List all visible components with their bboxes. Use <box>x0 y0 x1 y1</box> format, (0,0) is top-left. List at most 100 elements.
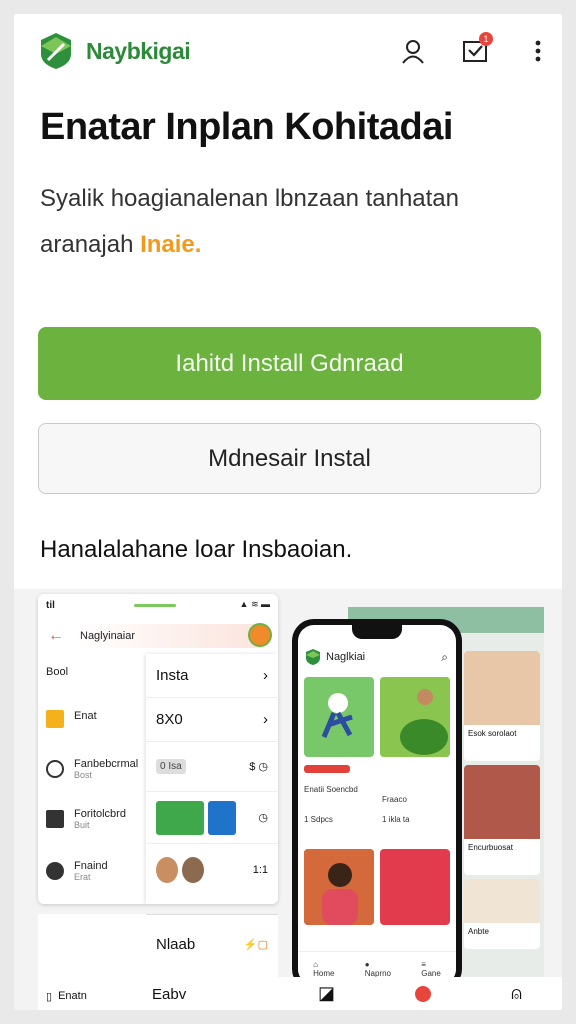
content-card[interactable] <box>380 849 450 925</box>
search-icon[interactable]: ⌕ <box>441 650 448 665</box>
list-item[interactable]: ▯ Enatn <box>46 990 87 1003</box>
card-label: Encurbuosat <box>468 843 513 852</box>
panel-row-label: 8X0 <box>156 711 183 728</box>
thumbnail-image <box>156 800 204 835</box>
list-item-label: Foritolcbrd <box>74 808 126 820</box>
secondary-install-button[interactable]: Mdnesair Instal <box>38 423 541 494</box>
list-item-label: Enatn <box>58 990 87 1002</box>
page-title: Enatar Inplan Kohitadai <box>40 106 453 148</box>
panel-row[interactable]: ◷ <box>146 792 278 844</box>
panel-row-label: Nlaab <box>156 936 196 953</box>
content-card[interactable] <box>304 677 374 757</box>
screenshot-left[interactable]: til ▲ ≋ ▬ ← Naglyinaiar Bool Enat Fanbeb… <box>38 594 278 904</box>
subtitle-highlight: Inaie. <box>140 231 202 258</box>
screenshots-preview: til ▲ ≋ ▬ ← Naglyinaiar Bool Enat Fanbeb… <box>14 589 562 1010</box>
tag-badge <box>304 765 350 773</box>
card-image <box>464 651 540 725</box>
list-item-label: Enat <box>74 710 97 722</box>
phone-mockup[interactable]: Naglkiai ⌕ Enatii Soencbd Fraaco 1 Sdpcs… <box>292 619 462 991</box>
photo-illustration <box>380 677 450 757</box>
image-icon <box>46 810 64 828</box>
person-photo <box>182 857 204 883</box>
brand-logo-icon[interactable] <box>38 32 74 70</box>
status-icons: ▲ ≋ ▬ <box>239 599 270 609</box>
person-photo <box>304 849 374 925</box>
list-item-sub: Buit <box>74 820 90 830</box>
content-card[interactable]: Encurbuosat <box>464 765 540 875</box>
more-menu-icon[interactable] <box>523 36 553 66</box>
subtitle-text: Syalik hoagianalenan lbnzaan tanhatan ar… <box>40 185 460 258</box>
search-bar[interactable]: ← Naglyinaiar <box>48 622 270 650</box>
content-card[interactable] <box>380 677 450 757</box>
phone-screen: Naglkiai ⌕ Enatii Soencbd Fraaco 1 Sdpcs… <box>298 625 456 985</box>
thumbnail-image <box>208 800 236 835</box>
phone-app-title: Naglkiai <box>326 651 366 663</box>
bookmark-icon[interactable]: ◪ <box>318 983 335 1004</box>
profile-icon[interactable] <box>398 36 428 66</box>
list-item-sub: Bost <box>74 770 93 780</box>
list-item-label: Bool <box>46 666 69 678</box>
page-subtitle: Syalik hoagianalenan lbnzaan tanhatan ar… <box>40 176 540 268</box>
list-item[interactable]: Bool <box>46 666 146 678</box>
app-page: Naybkigai 1 Enatar Inplan Kohitadai Syal… <box>14 14 562 1010</box>
panel-row-label: Insta <box>156 667 189 684</box>
phone-notch <box>352 625 402 639</box>
list-item-sub: Erat <box>74 872 91 882</box>
chat-icon <box>46 760 64 778</box>
panel-row[interactable]: Insta › <box>146 654 278 698</box>
phone-app-header: Naglkiai ⌕ <box>298 643 456 671</box>
document-icon: ▯ <box>46 991 53 1003</box>
panel-row[interactable]: 0 Isa $ ◷ <box>146 742 278 792</box>
content-card[interactable] <box>304 849 374 925</box>
card-label: Anbte <box>468 927 489 936</box>
status-time: til <box>46 600 55 611</box>
install-button[interactable]: Iahitd Install Gdnraad <box>38 327 541 400</box>
figure-illustration <box>321 693 353 738</box>
panel-row-label: Eabv <box>152 986 187 1003</box>
avatar[interactable] <box>248 623 272 647</box>
brand-name: Naybkigai <box>86 38 191 64</box>
nav-item-shield[interactable]: ● Naprno <box>365 960 391 978</box>
brand-logo-icon <box>306 649 320 665</box>
thumbnails <box>156 800 236 835</box>
list-item[interactable]: Foritolcbrd Buit <box>46 808 146 830</box>
panel-row[interactable]: Nlaab ⚡▢ <box>146 914 278 974</box>
card-label: 1 Sdpcs <box>304 815 333 824</box>
card-label: Esok sorolaot <box>468 729 517 738</box>
card-image <box>464 879 540 923</box>
clock-icon: ◷ <box>258 812 268 824</box>
list-item[interactable]: Enat <box>46 710 146 728</box>
bottom-nav: ◪ ⍝ <box>278 977 562 1010</box>
panel-time: 1:1 <box>252 864 268 876</box>
flash-icon: ⚡▢ <box>243 939 268 951</box>
list-item-label: Fnaind <box>74 860 108 872</box>
clock-icon: $ ◷ <box>249 761 268 773</box>
panel-row[interactable]: 8X0 › <box>146 698 278 742</box>
status-indicator <box>134 604 176 607</box>
screenshot-bottom[interactable]: Nlaab ⚡▢ ▯ Enatn Eabv <box>38 914 278 1010</box>
list-item[interactable]: Fanbebcrmal Bost <box>46 758 146 780</box>
content-card[interactable]: Esok sorolaot <box>464 651 540 761</box>
inbox-icon[interactable]: 1 <box>460 32 493 66</box>
thumbnails <box>156 857 204 883</box>
notification-icon[interactable] <box>415 985 432 1002</box>
top-bar: Naybkigai 1 <box>14 14 562 88</box>
nav-item-home[interactable]: ⌂ Home <box>313 960 334 978</box>
list-item-label: Fanbebcrmal <box>74 758 139 770</box>
notification-badge: 1 <box>479 32 493 46</box>
chevron-right-icon: › <box>263 667 268 684</box>
nav-item-menu[interactable]: ≡ Gane <box>421 960 441 978</box>
content-card[interactable]: Anbte <box>464 879 540 949</box>
panel-row[interactable]: 1:1 <box>146 844 278 896</box>
card-label: 1 ikla ta <box>382 815 410 824</box>
list-item[interactable]: Fnaind Erat <box>46 860 146 882</box>
insta-panel[interactable]: Insta › 8X0 › 0 Isa $ ◷ ◷ 1:1 <box>146 654 278 904</box>
back-arrow-icon[interactable]: ← <box>48 627 74 645</box>
settings-icon <box>46 862 64 880</box>
profile-icon[interactable]: ⍝ <box>511 983 522 1004</box>
folder-icon <box>46 710 64 728</box>
card-label: Enatii Soencbd <box>304 785 358 794</box>
chevron-right-icon: › <box>263 711 268 728</box>
search-input[interactable]: Naglyinaiar <box>74 624 270 648</box>
section-title: Hanalalahane loar Insbaoian. <box>40 536 353 563</box>
